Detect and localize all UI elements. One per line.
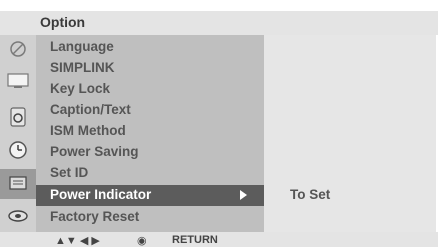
menu-item-language[interactable]: Language <box>36 37 264 58</box>
category-icon-strip <box>0 35 36 232</box>
submenu-panel <box>264 35 436 232</box>
menu-item-label: Power Saving <box>50 144 139 159</box>
submenu-value[interactable]: To Set <box>290 187 330 202</box>
menu-item-label: SIMPLINK <box>50 60 115 75</box>
option-menu-panel: Language SIMPLINK Key Lock Caption/Text … <box>36 35 264 232</box>
menu-item-label: ISM Method <box>50 123 126 138</box>
menu-item-label: Language <box>50 39 114 54</box>
menu-item-label: Set ID <box>50 165 89 180</box>
menu-item-ism-method[interactable]: ISM Method <box>36 121 264 142</box>
menu-item-power-indicator[interactable]: Power Indicator <box>36 185 264 206</box>
menu-item-label: Factory Reset <box>50 209 140 224</box>
menu-title: Option <box>40 14 86 30</box>
menu-item-label: Caption/Text <box>50 102 131 117</box>
clock-icon[interactable] <box>7 140 29 160</box>
menu-item-key-lock[interactable]: Key Lock <box>36 79 264 100</box>
ok-button-icon: ◉ <box>137 235 147 247</box>
submenu-arrow-icon <box>240 190 247 200</box>
menu-item-label: Key Lock <box>50 81 111 96</box>
menu-item-set-id[interactable]: Set ID <box>36 163 264 184</box>
option-disc-icon[interactable] <box>7 206 29 226</box>
menu-item-simplink[interactable]: SIMPLINK <box>36 58 264 79</box>
menu-item-label: Power Indicator <box>50 187 152 202</box>
tv-screen-icon[interactable] <box>7 71 29 91</box>
tv-grid-icon[interactable] <box>0 169 36 199</box>
navigation-arrows-icon: ▲▼ ◀ ▶ <box>55 235 100 247</box>
speaker-icon[interactable] <box>7 107 29 127</box>
footer-hint-bar: ▲▼ ◀ ▶ ◉ RETURN <box>0 232 438 247</box>
menu-item-caption-text[interactable]: Caption/Text <box>36 100 264 121</box>
return-label: RETURN <box>172 234 218 246</box>
menu-item-factory-reset[interactable]: Factory Reset <box>36 207 264 228</box>
menu-header: Option <box>0 11 438 35</box>
menu-item-power-saving[interactable]: Power Saving <box>36 142 264 163</box>
satellite-icon[interactable] <box>7 39 29 59</box>
